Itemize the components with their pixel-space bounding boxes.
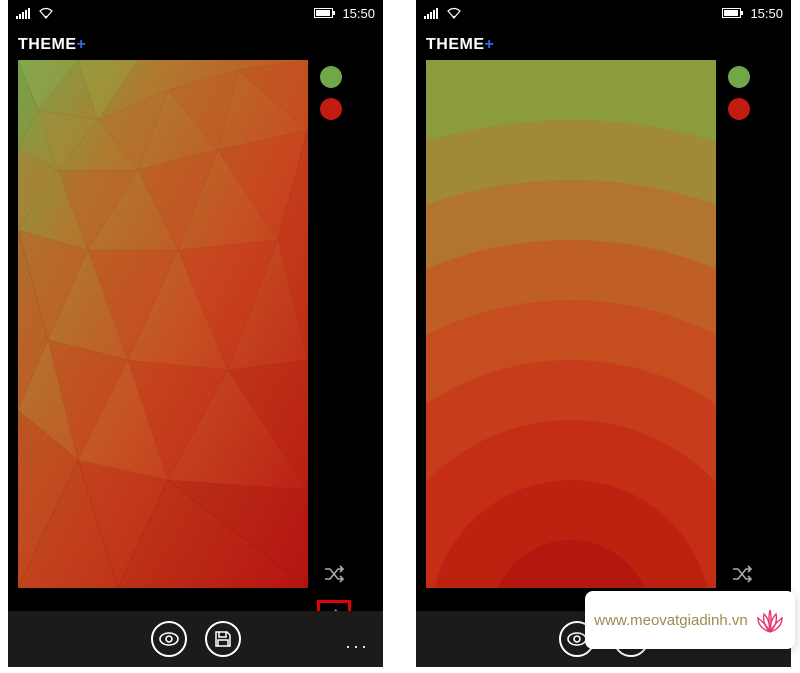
- shuffle-icon: [323, 565, 345, 583]
- wallpaper-preview[interactable]: [426, 60, 716, 588]
- app-title-text: THEME: [426, 36, 485, 53]
- app-title-plus: +: [77, 36, 87, 53]
- phone-screen-2: 15:50 THEME+: [416, 0, 791, 667]
- eye-icon: [159, 632, 179, 646]
- wifi-icon: [38, 7, 54, 19]
- app-title: THEME+: [416, 26, 791, 60]
- signal-icon: [424, 7, 440, 19]
- shuffle-icon: [731, 565, 753, 583]
- save-icon: [214, 630, 232, 648]
- app-title-plus: +: [485, 36, 495, 53]
- eye-icon: [567, 632, 587, 646]
- phone-screen-1: 15:50 THEME+: [8, 0, 383, 667]
- app-title: THEME+: [8, 26, 383, 60]
- more-icon: ···: [345, 636, 369, 656]
- color-swatch-1[interactable]: [320, 66, 342, 88]
- watermark-badge: www.meovatgiadinh.vn: [585, 591, 795, 649]
- watermark-text: www.meovatgiadinh.vn: [594, 612, 747, 629]
- status-bar: 15:50: [416, 0, 791, 26]
- wallpaper-preview[interactable]: [18, 60, 308, 588]
- status-time: 15:50: [342, 6, 375, 21]
- shuffle-button[interactable]: [731, 565, 753, 588]
- battery-icon: [722, 7, 744, 19]
- save-button[interactable]: [205, 621, 241, 657]
- app-title-text: THEME: [18, 36, 77, 53]
- lotus-icon: [754, 604, 786, 636]
- app-bar: ···: [8, 611, 383, 667]
- preview-button[interactable]: [151, 621, 187, 657]
- shuffle-button[interactable]: [323, 565, 345, 588]
- status-bar: 15:50: [8, 0, 383, 26]
- color-swatch-2[interactable]: [320, 98, 342, 120]
- more-button[interactable]: ···: [345, 636, 369, 657]
- battery-icon: [314, 7, 336, 19]
- color-swatch-2[interactable]: [728, 98, 750, 120]
- color-swatch-1[interactable]: [728, 66, 750, 88]
- signal-icon: [16, 7, 32, 19]
- wifi-icon: [446, 7, 462, 19]
- status-time: 15:50: [750, 6, 783, 21]
